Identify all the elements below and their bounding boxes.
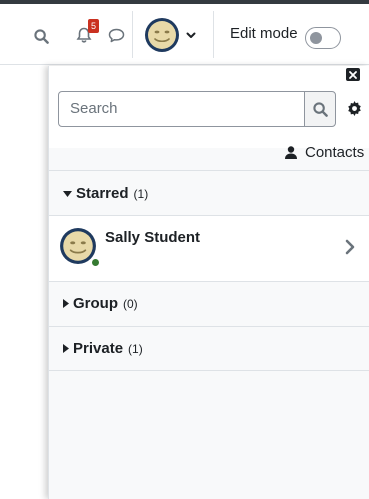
close-icon[interactable] bbox=[346, 68, 360, 81]
caret-right-icon bbox=[63, 344, 69, 353]
user-menu-avatar[interactable] bbox=[144, 17, 180, 53]
gear-icon[interactable] bbox=[346, 100, 362, 116]
contact-item-sally-student[interactable]: Sally Student bbox=[49, 215, 369, 282]
top-navbar: 5 Edit mode bbox=[0, 4, 369, 65]
section-starred-title: Starred bbox=[76, 185, 129, 202]
caret-right-icon bbox=[63, 299, 69, 308]
section-starred[interactable]: Starred (1) bbox=[49, 170, 369, 216]
search-icon[interactable] bbox=[28, 23, 54, 49]
contacts-label: Contacts bbox=[305, 144, 365, 161]
caret-down-icon bbox=[63, 190, 72, 197]
messages-chat-icon[interactable] bbox=[104, 23, 128, 47]
search-icon bbox=[312, 101, 328, 117]
section-group[interactable]: Group (0) bbox=[49, 281, 369, 326]
chevron-right-icon[interactable] bbox=[344, 238, 356, 256]
section-private[interactable]: Private (1) bbox=[49, 326, 369, 371]
edit-mode-label: Edit mode bbox=[230, 25, 298, 42]
edit-mode-toggle[interactable] bbox=[305, 27, 341, 49]
section-private-title: Private bbox=[73, 340, 124, 357]
messaging-search-input[interactable]: Search bbox=[58, 91, 305, 127]
toggle-knob bbox=[310, 32, 322, 44]
section-starred-count: (1) bbox=[133, 186, 149, 201]
search-placeholder: Search bbox=[70, 100, 118, 117]
search-submit-button[interactable] bbox=[304, 91, 336, 127]
contacts-link[interactable]: Contacts bbox=[285, 144, 364, 161]
chevron-down-icon[interactable] bbox=[184, 29, 198, 41]
section-group-title: Group bbox=[73, 295, 118, 312]
contact-name: Sally Student bbox=[105, 229, 201, 246]
online-status-dot bbox=[91, 258, 100, 267]
section-private-count: (1) bbox=[128, 341, 143, 356]
navbar-divider bbox=[132, 11, 133, 58]
navbar-divider bbox=[213, 11, 214, 58]
section-group-count: (0) bbox=[123, 296, 138, 311]
drawer-header: Search bbox=[49, 66, 369, 148]
messaging-drawer: Search Contacts Starred (1) Sally Studen… bbox=[48, 66, 369, 499]
notification-count-badge: 5 bbox=[88, 19, 99, 33]
user-icon bbox=[285, 146, 297, 159]
